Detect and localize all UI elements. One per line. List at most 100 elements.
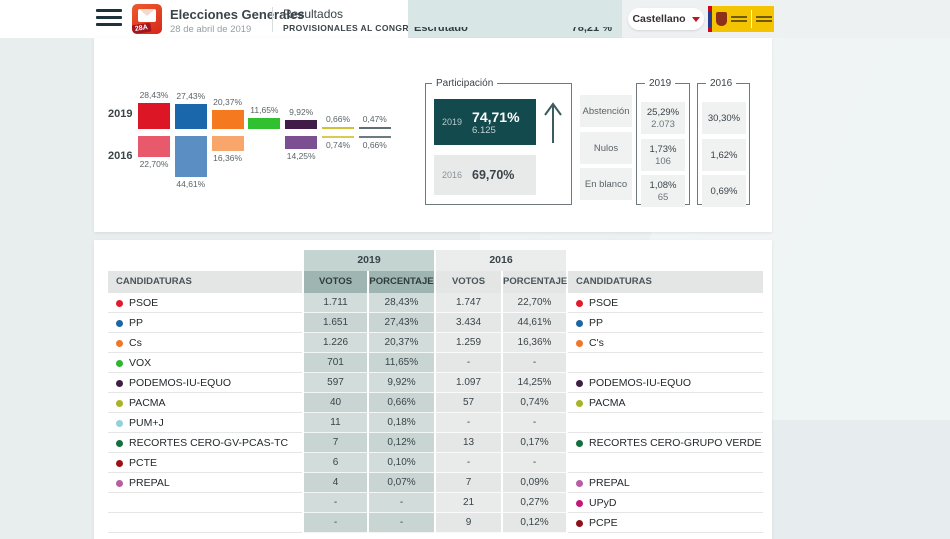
header-divider bbox=[272, 7, 273, 32]
votes-2016-cell: 3.434 bbox=[436, 313, 501, 333]
votes-2016-cell: - bbox=[436, 353, 501, 373]
election-logo: 28A bbox=[132, 4, 162, 34]
page: 28A Elecciones Generales 28 de abril de … bbox=[0, 0, 950, 539]
pct-2019-cell: 9,92% bbox=[369, 373, 434, 393]
table-group-2016: 2016 bbox=[436, 250, 566, 271]
pct-2016-cell: - bbox=[503, 353, 566, 373]
results-table-card: 2019 2016 CANDIDATURAS VOTOS PORCENTAJE … bbox=[94, 240, 772, 539]
pct-2019-cell: 11,65% bbox=[369, 353, 434, 373]
votes-2016-cell: - bbox=[436, 453, 501, 473]
bar-2016-OTROS bbox=[358, 136, 391, 138]
party-cell-2016: PREPAL bbox=[568, 473, 763, 493]
bar-label-2016: 14,25% bbox=[286, 151, 316, 162]
votes-2019-cell: 4 bbox=[304, 473, 367, 493]
language-label: Castellano bbox=[632, 13, 686, 25]
scrutiny-value: 78,21 % bbox=[571, 27, 612, 34]
pct-2016-cell: 0,74% bbox=[503, 393, 566, 413]
bar-2019-Cs bbox=[211, 110, 244, 129]
party-cell-2016: C's bbox=[568, 333, 763, 353]
party-cell-2016: PSOE bbox=[568, 293, 763, 313]
language-selector[interactable]: Castellano bbox=[628, 8, 704, 30]
stats-2019-box: 2019 25,29% 2.073 1,73% 106 1,08% 65 bbox=[636, 78, 690, 207]
bar-2016-PP bbox=[174, 136, 207, 178]
party-color-dot bbox=[576, 479, 583, 487]
section-sublabel: PROVISIONALES AL CONGRESO bbox=[283, 23, 429, 33]
party-color-dot bbox=[116, 459, 123, 467]
bar-2019-PODEMOS-IU-EQUO bbox=[285, 119, 318, 129]
party-cell-2019: PREPAL bbox=[108, 473, 302, 493]
votes-2016-cell: - bbox=[436, 413, 501, 433]
party-cell-2019 bbox=[108, 513, 302, 533]
spain-flag-stripe bbox=[708, 6, 712, 32]
stat-2019-3: 1,08% 65 bbox=[641, 175, 685, 207]
bar-chart: 2019 2016 28,43% 22,70% 27,43% 44,61% 20,37%… bbox=[94, 38, 424, 232]
participation-box: Participación 2019 74,71% 6.125 2016 69,… bbox=[425, 78, 572, 205]
bar-2019-OTROS bbox=[358, 127, 391, 129]
party-cell-2016: PCPE bbox=[568, 513, 763, 533]
pct-2019-cell: 27,43% bbox=[369, 313, 434, 333]
scrutiny-label: Escrutado bbox=[414, 27, 468, 34]
party-cell-2019: PUM+J bbox=[108, 413, 302, 433]
votes-2019-cell: - bbox=[304, 493, 367, 513]
pct-2016-cell: 0,27% bbox=[503, 493, 566, 513]
bar-2016-PACMA bbox=[322, 136, 354, 138]
bar-2019-VOX bbox=[248, 118, 281, 129]
section-label: Resultados bbox=[283, 7, 344, 21]
bar-label-2019: 9,92% bbox=[289, 106, 314, 117]
gobierno-espana-logo bbox=[708, 6, 774, 32]
bar-label-2016: 22,70% bbox=[139, 158, 169, 169]
pct-2019-cell: 20,37% bbox=[369, 333, 434, 353]
votes-2016-cell: 13 bbox=[436, 433, 501, 453]
party-cell-2019: RECORTES CERO-GV-PCAS-TC bbox=[108, 433, 302, 453]
bar-2016-Cs bbox=[211, 136, 244, 152]
stat-2019-1: 25,29% 2.073 bbox=[641, 102, 685, 134]
votes-2019-cell: 6 bbox=[304, 453, 367, 473]
pct-2019-cell: 0,10% bbox=[369, 453, 434, 473]
party-color-dot bbox=[576, 379, 583, 387]
party-color-dot bbox=[576, 399, 583, 407]
menu-icon[interactable] bbox=[96, 9, 122, 29]
stat-label-3: En blanco bbox=[580, 168, 632, 200]
votes-2019-cell: 597 bbox=[304, 373, 367, 393]
col-header-votos-2019: VOTOS bbox=[304, 271, 367, 293]
votes-2016-cell: 21 bbox=[436, 493, 501, 513]
party-color-dot bbox=[116, 339, 123, 347]
ballot-envelope-icon bbox=[138, 9, 156, 22]
party-cell-2016 bbox=[568, 413, 763, 433]
pct-2016-cell: 44,61% bbox=[503, 313, 566, 333]
party-cell-2016: UPyD bbox=[568, 493, 763, 513]
pct-2016-cell: - bbox=[503, 413, 566, 433]
bar-2019-PSOE bbox=[138, 102, 170, 129]
pct-2019-cell: 0,66% bbox=[369, 393, 434, 413]
votes-2019-cell: 40 bbox=[304, 393, 367, 413]
pct-2019-cell: - bbox=[369, 493, 434, 513]
party-color-dot bbox=[576, 499, 583, 507]
party-cell-2019: PP bbox=[108, 313, 302, 333]
pct-2016-cell: 16,36% bbox=[503, 333, 566, 353]
dropdown-caret-icon bbox=[691, 16, 700, 22]
party-cell-2016: RECORTES CERO-GRUPO VERDE bbox=[568, 433, 763, 453]
party-color-dot bbox=[116, 319, 123, 327]
party-cell-2019: PSOE bbox=[108, 293, 302, 313]
votes-2019-cell: 701 bbox=[304, 353, 367, 373]
votes-2019-cell: - bbox=[304, 513, 367, 533]
results-table: 2019 2016 CANDIDATURAS VOTOS PORCENTAJE … bbox=[108, 250, 763, 533]
party-color-dot bbox=[116, 299, 123, 307]
col-header-votos-2016: VOTOS bbox=[436, 271, 501, 293]
bar-label-2016: 44,61% bbox=[176, 179, 206, 190]
pct-2019-cell: - bbox=[369, 513, 434, 533]
participation-legend: Participación bbox=[436, 78, 494, 89]
col-header-candidaturas-left: CANDIDATURAS bbox=[108, 271, 302, 293]
participation-2016: 2016 69,70% bbox=[434, 155, 536, 195]
bar-label-2016: 0,74% bbox=[325, 140, 351, 150]
party-cell-2019: PODEMOS-IU-EQUO bbox=[108, 373, 302, 393]
party-color-dot bbox=[576, 319, 583, 327]
party-cell-2016: PP bbox=[568, 313, 763, 333]
coat-of-arms-icon bbox=[716, 12, 727, 26]
participation-2019: 2019 74,71% 6.125 bbox=[434, 99, 536, 145]
pct-2019-cell: 0,12% bbox=[369, 433, 434, 453]
stat-label-1: Abstención bbox=[580, 95, 632, 127]
party-color-dot bbox=[116, 419, 123, 427]
pct-2016-cell: 22,70% bbox=[503, 293, 566, 313]
votes-2016-cell: 1.097 bbox=[436, 373, 501, 393]
